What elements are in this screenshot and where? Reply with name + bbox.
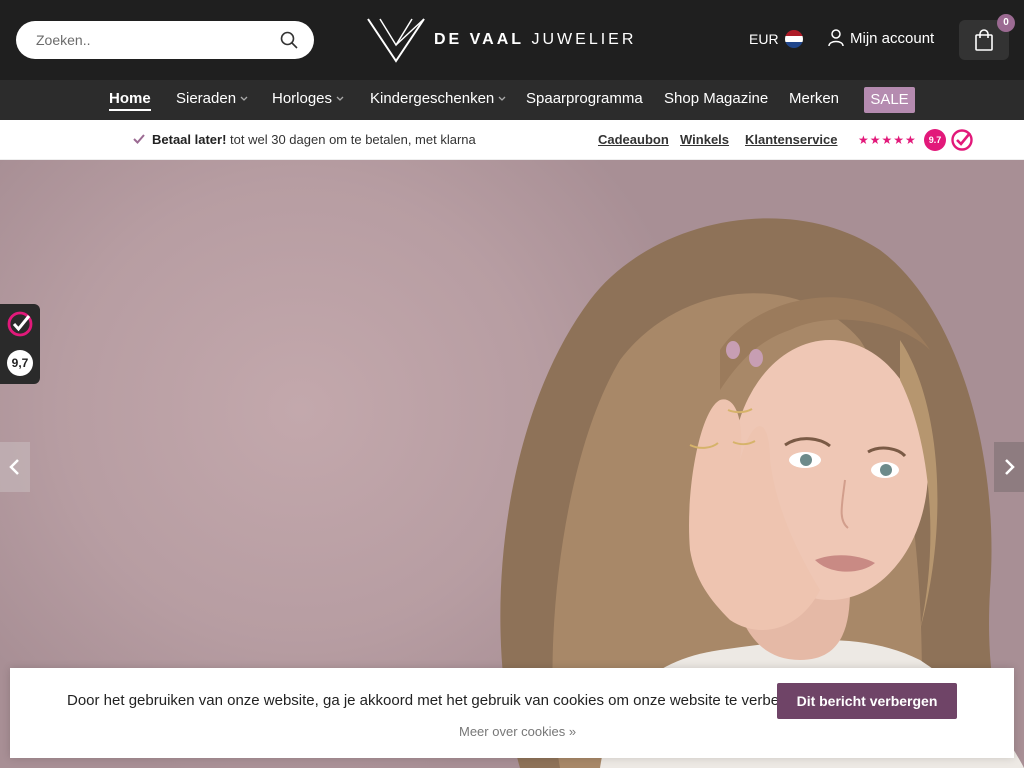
cart-count-badge: 0 bbox=[997, 14, 1015, 32]
account-link[interactable]: Mijn account bbox=[828, 29, 934, 47]
link-klantenservice[interactable]: Klantenservice bbox=[745, 132, 838, 147]
checkmark-icon bbox=[133, 134, 145, 144]
slider-prev-button[interactable] bbox=[0, 442, 30, 492]
nav-item-label: Home bbox=[109, 90, 151, 107]
header: DE VAAL JUWELIER EUR Mijn account 0 bbox=[0, 0, 1024, 80]
logo-text-light: JUWELIER bbox=[531, 31, 637, 48]
link-cadeaubon[interactable]: Cadeaubon bbox=[598, 132, 669, 147]
nav-item-home[interactable]: Home bbox=[109, 90, 151, 111]
logo-text-bold: DE VAAL bbox=[434, 31, 525, 48]
usp-text: tot wel 30 dagen om te betalen, met klar… bbox=[230, 132, 476, 147]
search-box bbox=[16, 21, 314, 59]
account-label: Mijn account bbox=[850, 29, 935, 47]
chevron-left-icon bbox=[9, 459, 19, 475]
user-icon bbox=[828, 29, 844, 47]
nav-item-label: Horloges bbox=[272, 90, 333, 107]
chevron-down-icon bbox=[336, 96, 344, 101]
nav-item-horloges[interactable]: Horloges bbox=[272, 90, 344, 107]
logo-mark-icon bbox=[367, 18, 425, 63]
usp-message: Betaal later! tot wel 30 dagen om te bet… bbox=[152, 132, 476, 147]
kiyoh-logo-icon bbox=[7, 311, 33, 337]
logo[interactable]: DE VAAL JUWELIER bbox=[366, 16, 646, 64]
nav-item-label: Sieraden bbox=[176, 90, 237, 107]
slider-next-button[interactable] bbox=[994, 442, 1024, 492]
usp-bold: Betaal later! bbox=[152, 132, 227, 147]
nav-item-label: Spaarprogramma bbox=[526, 90, 643, 107]
cart-button[interactable]: 0 bbox=[959, 14, 1015, 60]
link-winkels[interactable]: Winkels bbox=[680, 132, 729, 147]
nav-item-shop-magazine[interactable]: Shop Magazine bbox=[664, 90, 768, 107]
currency-selector[interactable]: EUR bbox=[749, 30, 803, 48]
currency-label: EUR bbox=[749, 31, 779, 47]
nav-item-label: Merken bbox=[789, 90, 840, 107]
cookie-more-link[interactable]: Meer over cookies » bbox=[459, 724, 576, 739]
netherlands-flag-icon bbox=[784, 30, 803, 48]
nav-item-sale[interactable]: SALE bbox=[864, 87, 915, 113]
cookie-message: Door het gebruiken van onze website, ga … bbox=[67, 692, 818, 709]
cookie-banner: Door het gebruiken van onze website, ga … bbox=[10, 668, 1014, 758]
logo-text: DE VAAL JUWELIER bbox=[434, 31, 636, 49]
usp-bar: Betaal later! tot wel 30 dagen om te bet… bbox=[0, 120, 1024, 160]
chevron-down-icon bbox=[498, 96, 506, 101]
kiyoh-side-widget[interactable]: 9,7 bbox=[0, 304, 40, 384]
nav-item-label: Kindergeschenken bbox=[370, 90, 495, 107]
chevron-down-icon bbox=[240, 96, 248, 101]
kiyoh-logo-icon[interactable] bbox=[950, 128, 974, 152]
search-input[interactable] bbox=[36, 21, 276, 59]
dismiss-cookie-button[interactable]: Dit bericht verbergen bbox=[777, 683, 957, 719]
nav-item-kindergeschenken[interactable]: Kindergeschenken bbox=[370, 90, 506, 107]
rating-score-badge[interactable]: 9.7 bbox=[924, 129, 946, 151]
nav-item-merken[interactable]: Merken bbox=[789, 90, 839, 107]
search-icon[interactable] bbox=[280, 31, 298, 49]
nav-item-label: Shop Magazine bbox=[664, 90, 769, 107]
kiyoh-side-score: 9,7 bbox=[7, 350, 33, 376]
chevron-right-icon bbox=[1005, 459, 1015, 475]
nav-item-spaarprogramma[interactable]: Spaarprogramma bbox=[526, 90, 643, 107]
nav-item-sieraden[interactable]: Sieraden bbox=[176, 90, 248, 107]
shopping-bag-icon bbox=[975, 29, 993, 51]
rating-stars: ★★★★★ bbox=[858, 133, 917, 147]
